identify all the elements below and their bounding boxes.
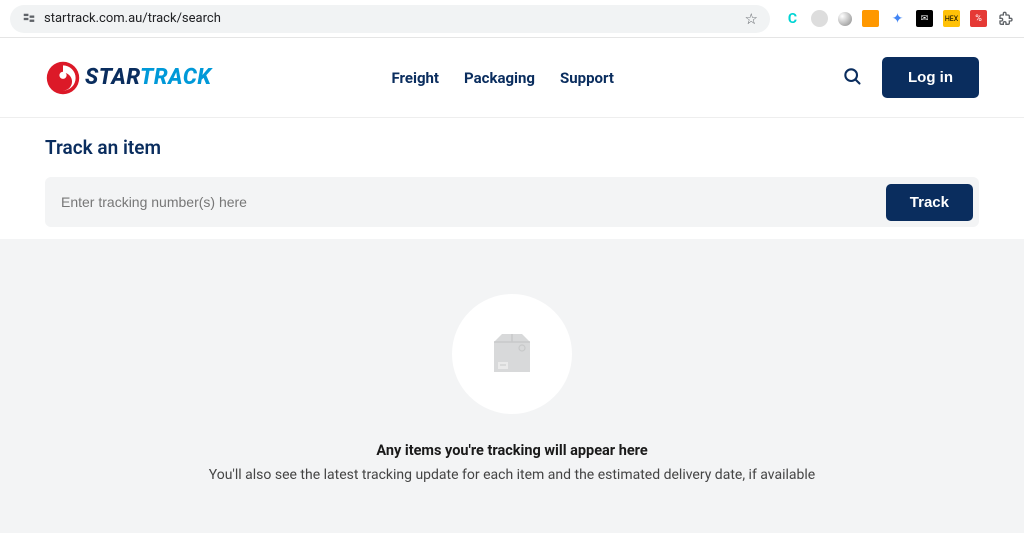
nav-packaging[interactable]: Packaging bbox=[464, 69, 535, 87]
tracking-search-row: Track bbox=[45, 177, 979, 227]
bookmark-star-icon[interactable]: ☆ bbox=[745, 10, 758, 28]
extension-icon-8[interactable]: % bbox=[970, 10, 987, 27]
page-title: Track an item bbox=[45, 136, 979, 159]
extension-icon-6[interactable]: ✉ bbox=[916, 10, 933, 27]
logo-text: STARTRACK bbox=[85, 65, 212, 90]
extension-icon-1[interactable]: C bbox=[784, 10, 801, 27]
extension-icon-4[interactable] bbox=[862, 10, 879, 27]
main-content: Track an item Track bbox=[0, 118, 1024, 227]
nav-freight[interactable]: Freight bbox=[392, 69, 440, 87]
logo[interactable]: STARTRACK bbox=[45, 60, 212, 96]
login-button[interactable]: Log in bbox=[882, 57, 979, 98]
search-icon[interactable] bbox=[842, 66, 862, 90]
url-bar[interactable]: startrack.com.au/track/search ☆ bbox=[10, 5, 770, 33]
track-button[interactable]: Track bbox=[886, 184, 973, 221]
empty-subtext: You'll also see the latest tracking upda… bbox=[0, 467, 1024, 483]
extensions-tray: C ✦ ✉ HEX % bbox=[784, 10, 1014, 27]
extensions-menu-icon[interactable] bbox=[997, 10, 1014, 27]
nav-support[interactable]: Support bbox=[560, 69, 614, 87]
empty-state-icon bbox=[452, 294, 572, 414]
extension-icon-7[interactable]: HEX bbox=[943, 10, 960, 27]
site-header: STARTRACK Freight Packaging Support Log … bbox=[0, 38, 1024, 118]
empty-heading: Any items you're tracking will appear he… bbox=[0, 442, 1024, 459]
header-right: Log in bbox=[842, 57, 979, 98]
empty-state: Any items you're tracking will appear he… bbox=[0, 239, 1024, 533]
site-settings-icon[interactable] bbox=[22, 12, 36, 26]
browser-bar: startrack.com.au/track/search ☆ C ✦ ✉ HE… bbox=[0, 0, 1024, 38]
url-text: startrack.com.au/track/search bbox=[44, 11, 745, 26]
main-nav: Freight Packaging Support bbox=[392, 69, 614, 87]
extension-icon-3[interactable] bbox=[838, 12, 852, 26]
extension-icon-2[interactable] bbox=[811, 10, 828, 27]
tracking-input[interactable] bbox=[61, 194, 886, 210]
logo-icon bbox=[45, 60, 81, 96]
extension-icon-5[interactable]: ✦ bbox=[889, 10, 906, 27]
